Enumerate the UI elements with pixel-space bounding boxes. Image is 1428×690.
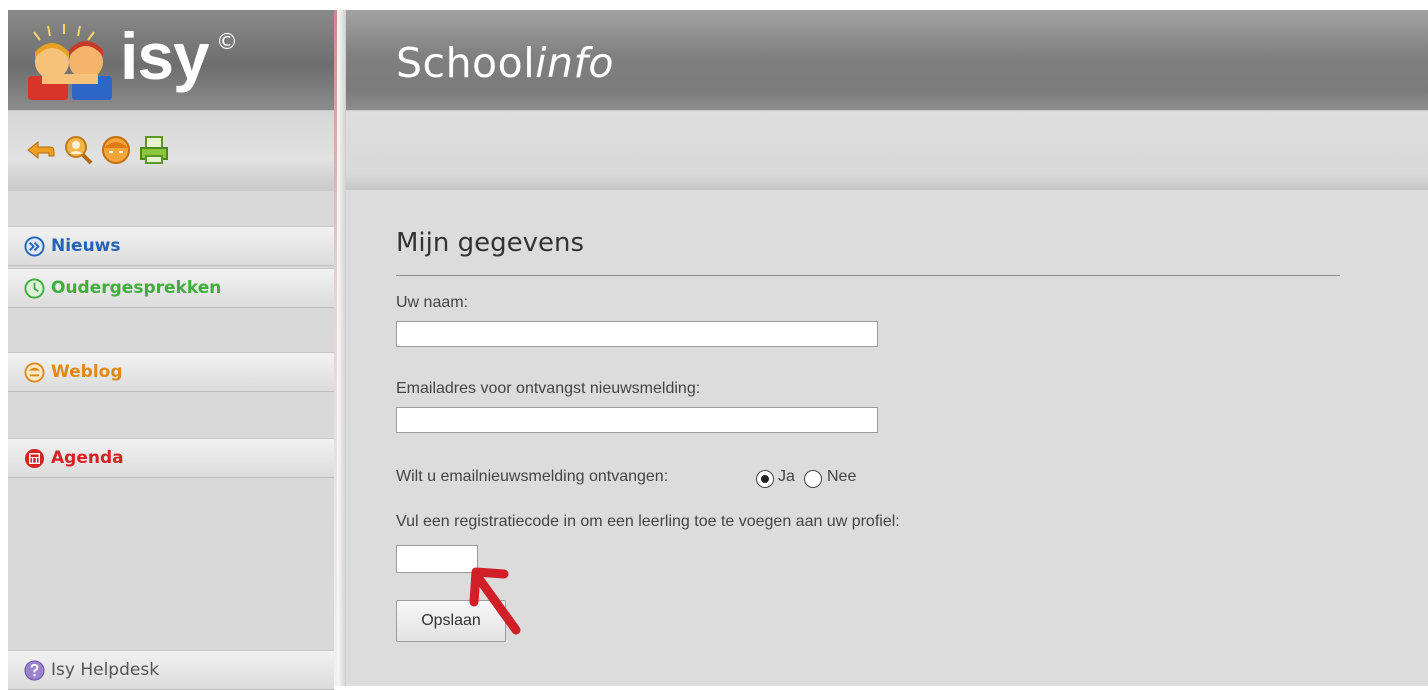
notify-radio-nee[interactable] [804,470,822,488]
logo-kids-icon [28,24,112,100]
form-title: Mijn gegevens [396,228,585,258]
name-label: Uw naam: [396,294,469,311]
title-divider [396,275,1340,276]
question-icon [24,660,45,681]
sidebar-item-label: Nieuws [51,236,121,256]
notify-option-nee-label: Nee [827,468,857,485]
sidebar-item-label: Agenda [51,448,124,468]
notify-label: Wilt u emailnieuwsmelding ontvangen: [396,468,669,485]
print-icon[interactable] [138,134,170,166]
sidebar-item-label: Isy Helpdesk [51,660,160,680]
sidebar: isy © Nieuws Oudergesprekken Weblog Agen… [8,10,334,690]
logo-bar: isy © [8,10,334,110]
calendar-icon [24,448,45,469]
email-label: Emailadres voor ontvangst nieuwsmelding: [396,380,701,397]
weblog-icon [24,362,45,383]
sidebar-divider [334,10,346,686]
sidebar-item-label: Oudergesprekken [51,278,222,298]
sidebar-item-agenda[interactable]: Agenda [8,438,334,478]
toolbar [8,110,334,191]
registration-code-label: Vul een registratiecode in om een leerli… [396,513,900,530]
clock-icon [24,278,45,299]
header-bar: Schoolinfo [346,10,1428,110]
logout-icon[interactable] [24,134,56,166]
face-icon[interactable] [100,134,132,166]
search-user-icon[interactable] [62,134,94,166]
logo-text: isy [120,19,210,93]
sidebar-item-weblog[interactable]: Weblog [8,352,334,392]
sub-header-bar [346,110,1428,191]
page-header-title: Schoolinfo [396,39,615,87]
sidebar-item-helpdesk[interactable]: Isy Helpdesk [8,650,334,690]
notify-option-ja-label: Ja [778,468,795,485]
sidebar-item-nieuws[interactable]: Nieuws [8,226,334,266]
arrow-circle-icon [24,236,45,257]
sidebar-item-oudergesprekken[interactable]: Oudergesprekken [8,268,334,308]
logo-copyright: © [216,30,238,55]
sidebar-item-label: Weblog [51,362,123,382]
notify-radio-ja[interactable] [756,470,774,488]
annotation-arrow-icon [469,567,521,635]
name-input[interactable] [396,321,878,347]
email-input[interactable] [396,407,878,433]
